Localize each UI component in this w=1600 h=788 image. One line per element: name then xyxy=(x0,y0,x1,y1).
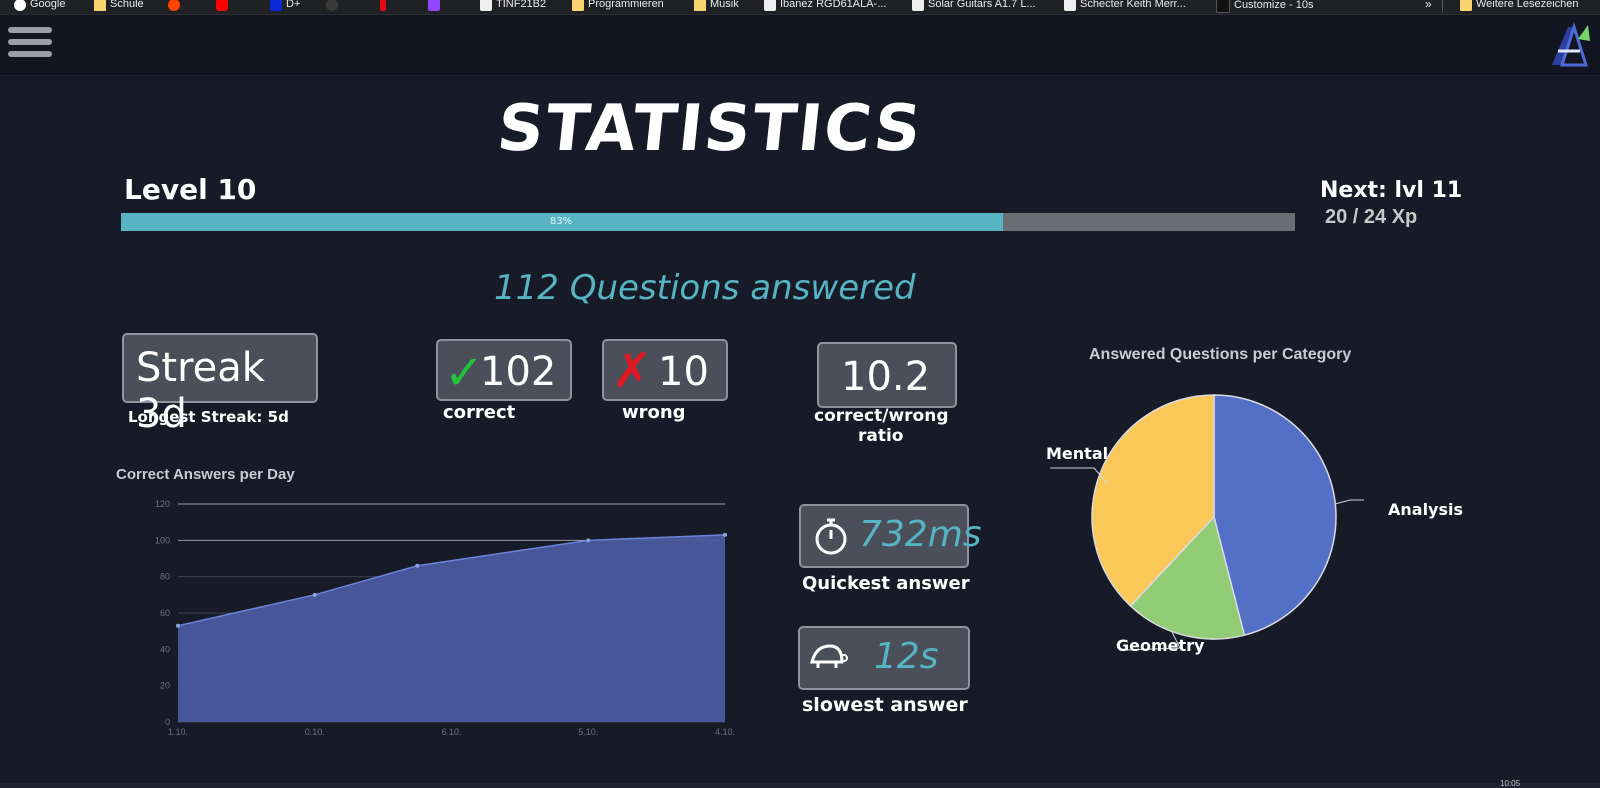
y-tick-label: 60 xyxy=(160,608,170,618)
page-title: STATISTICS xyxy=(493,92,927,166)
menu-bar-line xyxy=(8,39,52,45)
app-header xyxy=(0,15,1600,74)
correct-value: 102 xyxy=(480,349,557,395)
taskbar xyxy=(0,783,1600,788)
wrong-label: wrong xyxy=(622,402,686,423)
data-point xyxy=(176,623,180,628)
bookmark-tinf21b2[interactable]: TINF21B2 xyxy=(480,0,546,11)
twitch-icon xyxy=(428,0,440,11)
folder-icon xyxy=(694,0,706,11)
wrong-card: ✗ 10 xyxy=(602,339,728,401)
data-point xyxy=(415,563,420,568)
menu-bar-line xyxy=(8,51,52,57)
google-icon xyxy=(14,0,26,11)
folder-icon xyxy=(1460,0,1472,11)
area-fill xyxy=(178,534,725,722)
correct-label: correct xyxy=(443,402,516,423)
reddit-icon xyxy=(168,0,180,11)
bookmark-reddit[interactable] xyxy=(168,0,180,11)
leader-line-analysis xyxy=(1334,499,1364,505)
data-point xyxy=(723,532,727,537)
bookmark-programmieren[interactable]: Programmieren xyxy=(572,0,664,11)
x-tick-label: 0.10. xyxy=(305,727,325,737)
menu-bar-line xyxy=(8,27,52,33)
y-tick-label: 20 xyxy=(160,681,170,691)
wrong-value: 10 xyxy=(658,349,709,395)
bookmark-musik[interactable]: Musik xyxy=(694,0,739,11)
line-chart-title: Correct Answers per Day xyxy=(116,466,295,483)
folder-icon xyxy=(94,0,106,11)
x-tick-label: 6.10. xyxy=(441,727,461,737)
ratio-value: 10.2 xyxy=(841,354,931,400)
next-level-label: Next: lvl 11 xyxy=(1320,178,1463,203)
level-label: Level 10 xyxy=(124,173,257,206)
page-icon xyxy=(1216,0,1230,13)
streak-card: Streak 3d xyxy=(122,333,318,437)
ratio-card: 10.2 xyxy=(817,342,957,408)
bookmark-youtube[interactable] xyxy=(216,0,228,11)
bookmark-disney-plus[interactable]: D+ xyxy=(270,0,300,11)
github-icon xyxy=(326,0,338,11)
data-point xyxy=(312,592,317,597)
cross-icon: ✗ xyxy=(612,343,653,399)
hamburger-menu-button[interactable] xyxy=(8,27,52,67)
bookmark-ibanez[interactable]: Ibanez RGD61ALA-... xyxy=(764,0,886,11)
slowest-answer-label: slowest answer xyxy=(802,694,968,716)
folder-icon xyxy=(572,0,584,11)
longest-streak-label: Longest Streak: 5d xyxy=(128,408,289,426)
bookmark-schecter[interactable]: Schecter Keith Merr... xyxy=(1064,0,1186,11)
bookmark-solar[interactable]: Solar Guitars A1.7 L... xyxy=(912,0,1036,11)
turtle-icon xyxy=(810,644,848,668)
bookmarks-overflow-button[interactable]: » xyxy=(1425,0,1432,11)
y-tick-label: 40 xyxy=(160,644,170,654)
quickest-answer-card: 732ms xyxy=(799,504,982,568)
disney-plus-icon xyxy=(270,0,282,11)
bookmark-other[interactable]: Weitere Lesezeichen xyxy=(1460,0,1579,11)
y-tick-label: 120 xyxy=(155,499,170,509)
pie-label-mental: Mental xyxy=(1046,444,1109,463)
category-pie-chart xyxy=(1050,394,1364,651)
ratio-label-line2: ratio xyxy=(858,426,904,446)
x-tick-label: 5.10. xyxy=(578,727,598,737)
data-point xyxy=(586,538,591,543)
bookmarks-bar: Google Schule D+ TINF21B2 Programmieren … xyxy=(0,0,1600,15)
ratio-label-line1: correct/wrong xyxy=(814,406,949,426)
pie-label-analysis: Analysis xyxy=(1388,500,1464,519)
y-tick-label: 80 xyxy=(160,572,170,582)
xp-progress-bar: 83% xyxy=(121,213,1295,231)
app-logo-icon[interactable] xyxy=(1548,21,1592,67)
correct-answers-line-chart: 0 20 40 60 80 100 120 1.10. 0.10. 6.10. 5.10. 4.10. xyxy=(155,499,735,737)
bookmarks-divider xyxy=(1442,0,1443,12)
x-tick-label: 1.10. xyxy=(168,727,188,737)
quickest-answer-value: 732ms xyxy=(859,514,982,555)
taskbar-clock: 10:05 xyxy=(1500,779,1521,788)
checkmark-icon: ✓ xyxy=(444,345,485,401)
correct-card: ✓ 102 xyxy=(436,339,572,401)
slowest-answer-card: 12s xyxy=(798,626,970,690)
page-icon xyxy=(1064,0,1076,11)
youtube-icon xyxy=(216,0,228,11)
bookmark-netflix[interactable] xyxy=(380,0,386,11)
stopwatch-icon xyxy=(815,518,847,555)
y-tick-label: 0 xyxy=(165,717,170,727)
y-tick-label: 100 xyxy=(155,535,170,545)
questions-answered: 112 Questions answered xyxy=(494,268,916,308)
xp-progress-percent: 83% xyxy=(549,216,573,227)
bookmark-customize[interactable]: Customize - 10s xyxy=(1216,0,1313,13)
pie-label-geometry: Geometry xyxy=(1116,636,1205,655)
bookmark-google[interactable]: Google xyxy=(14,0,65,11)
page-icon xyxy=(764,0,776,11)
page-icon xyxy=(480,0,492,11)
bookmark-github[interactable] xyxy=(326,0,338,11)
x-tick-label: 4.10. xyxy=(715,727,735,737)
pie-chart-title: Answered Questions per Category xyxy=(1089,346,1352,363)
netflix-icon xyxy=(380,0,386,11)
xp-value: 20 / 24 Xp xyxy=(1325,206,1418,228)
slowest-answer-value: 12s xyxy=(874,636,939,677)
page-icon xyxy=(912,0,924,11)
quickest-answer-label: Quickest answer xyxy=(802,573,970,594)
bookmark-twitch[interactable] xyxy=(428,0,440,11)
bookmark-schule[interactable]: Schule xyxy=(94,0,144,11)
